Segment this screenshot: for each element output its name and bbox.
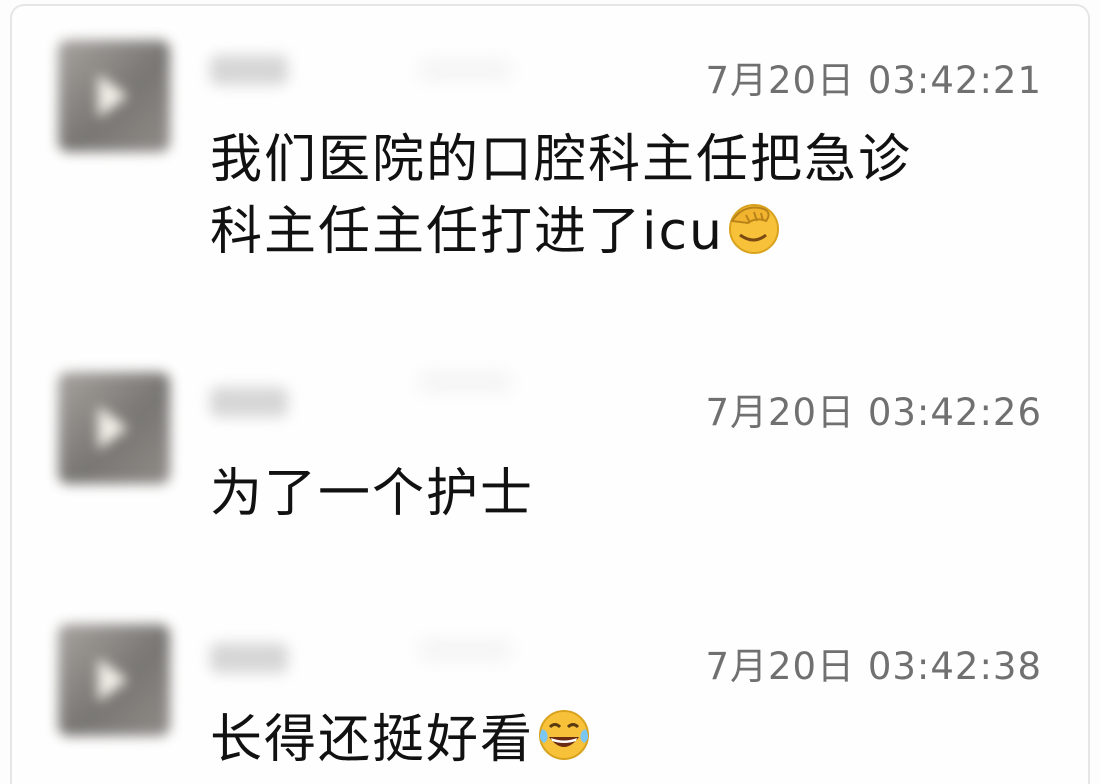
message-line-text: 长得还挺好看 bbox=[210, 710, 535, 770]
avatar[interactable] bbox=[58, 372, 170, 484]
message-timestamp: 7月20日 03:42:26 bbox=[705, 391, 1042, 434]
message-line: 我们医院的口腔科主任把急诊 bbox=[210, 130, 913, 190]
avatar-image bbox=[98, 658, 128, 702]
blur-artifact bbox=[420, 640, 510, 660]
avatar-image bbox=[98, 74, 128, 118]
blur-artifact bbox=[420, 372, 510, 392]
message-line: 为了一个护士 bbox=[210, 464, 535, 524]
message-line: 科主任主任打进了icu bbox=[210, 196, 912, 268]
tears-of-joy-emoji-icon bbox=[539, 710, 590, 760]
username-blurred[interactable] bbox=[210, 387, 288, 417]
avatar[interactable] bbox=[58, 40, 170, 152]
message-text: 我们医院的口腔科主任把急诊 科主任主任打进了icu bbox=[210, 124, 912, 268]
message-timestamp: 7月20日 03:42:38 bbox=[705, 645, 1042, 688]
blur-artifact bbox=[420, 60, 510, 80]
message-text: 为了一个护士 bbox=[210, 458, 534, 530]
username-blurred[interactable] bbox=[210, 643, 288, 673]
avatar[interactable] bbox=[58, 624, 170, 736]
avatar-image bbox=[98, 406, 128, 450]
facepalm-emoji-icon bbox=[729, 204, 779, 254]
message-timestamp: 7月20日 03:42:21 bbox=[705, 59, 1042, 102]
message-line: 长得还挺好看 bbox=[210, 704, 592, 776]
username-blurred[interactable] bbox=[210, 55, 288, 85]
message-line-text: 科主任主任打进了icu bbox=[210, 202, 724, 262]
message-text: 长得还挺好看 bbox=[210, 704, 592, 776]
